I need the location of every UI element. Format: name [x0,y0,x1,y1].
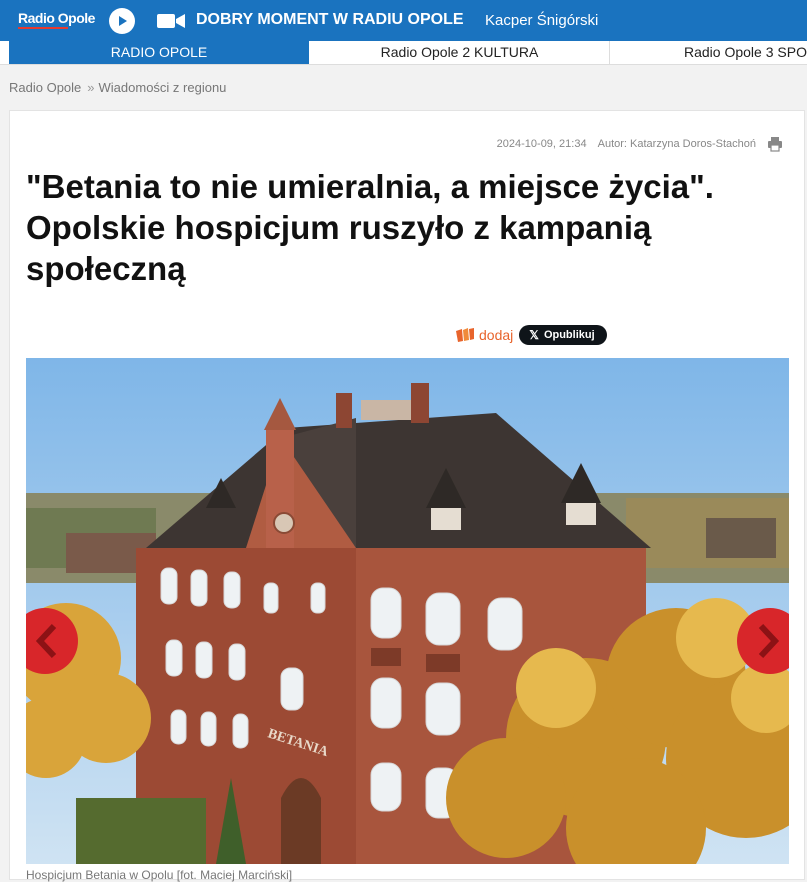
arrow-right-icon[interactable] [737,608,789,674]
tab-radio-opole-2-kultura[interactable]: Radio Opole 2 KULTURA [310,41,609,64]
tab-divider [609,41,610,64]
tab-radio-opole[interactable]: RADIO OPOLE [9,41,309,64]
arrow-left-icon[interactable] [26,608,78,674]
station-tabs: RADIO OPOLE Radio Opole 2 KULTURA Radio … [0,41,807,65]
wykop-icon[interactable] [455,327,475,343]
hospice-building-image: BETANIA [26,358,789,864]
article-headline: "Betania to nie umieralnia, a miejsce ży… [26,168,714,287]
x-logo-icon: 𝕏 [529,328,539,342]
breadcrumb-home[interactable]: Radio Opole [9,80,81,95]
share-bar: dodaj 𝕏 Opublikuj [455,325,607,345]
breadcrumb: Radio Opole » Wiadomości z regionu [9,80,226,95]
site-logo[interactable]: Radio Opole [18,10,95,26]
now-playing-title: DOBRY MOMENT W RADIU OPOLE [196,11,464,28]
article-meta: 2024-10-09, 21:34 Autor: Katarzyna Doros… [497,138,756,150]
x-share-button[interactable]: 𝕏 Opublikuj [519,325,607,345]
article-date: 2024-10-09, 21:34 [496,138,587,150]
tab-radio-opole-3[interactable]: Radio Opole 3 SPO [684,41,807,64]
print-icon[interactable] [767,136,783,152]
top-bar: Radio Opole DOBRY MOMENT W RADIU OPOLE K… [0,0,807,41]
article-author: Autor: Katarzyna Doros-Stachoń [597,138,756,150]
logo-accent [18,27,68,29]
article-photo[interactable]: BETANIA [26,358,789,864]
breadcrumb-section[interactable]: Wiadomości z regionu [99,80,227,95]
wykop-add-link[interactable]: dodaj [479,327,513,343]
play-button[interactable] [109,8,135,34]
now-playing-artist: Kacper Śnigórski [485,12,599,29]
x-share-label: Opublikuj [543,329,595,341]
play-icon [119,16,127,26]
breadcrumb-separator: » [87,80,95,95]
article-card: 2024-10-09, 21:34 Autor: Katarzyna Doros… [9,110,805,882]
video-camera-icon[interactable] [157,12,185,30]
